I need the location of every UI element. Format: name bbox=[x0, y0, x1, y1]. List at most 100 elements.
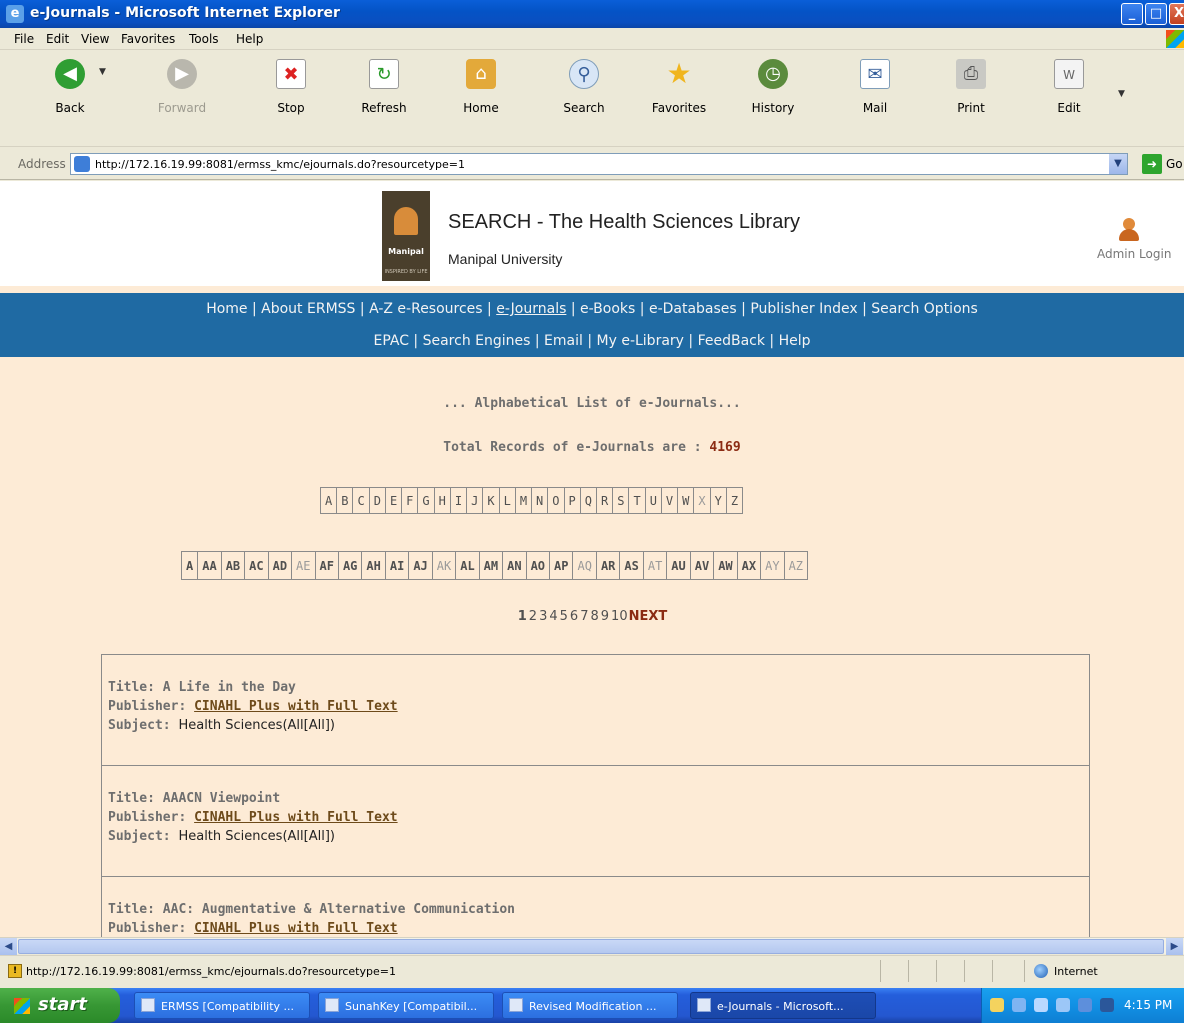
print-button[interactable]: ⎙ Print bbox=[936, 59, 1006, 139]
home-button[interactable]: ⌂ Home bbox=[446, 59, 516, 139]
publisher-link[interactable]: CINAHL Plus with Full Text bbox=[194, 921, 398, 936]
menu-edit[interactable]: Edit bbox=[46, 32, 69, 46]
letter-link-q[interactable]: Q bbox=[579, 487, 597, 514]
horizontal-scrollbar[interactable]: ◀ ▶ bbox=[0, 937, 1184, 955]
letter-link-v[interactable]: V bbox=[660, 487, 679, 514]
letter-link-r[interactable]: R bbox=[595, 487, 614, 514]
taskbar-item-ejournals[interactable]: e-Journals - Microsoft... bbox=[690, 992, 876, 1019]
letter-link-o[interactable]: O bbox=[547, 487, 565, 514]
page-link-6[interactable]: 6 bbox=[570, 609, 578, 624]
nav-link-home[interactable]: Home bbox=[206, 301, 247, 317]
page-link-4[interactable]: 4 bbox=[549, 609, 557, 624]
taskbar-item-sunahkey[interactable]: SunahKey [Compatibil... bbox=[318, 992, 494, 1019]
page-link-1[interactable]: 1 bbox=[518, 609, 527, 624]
go-button[interactable]: Go bbox=[1166, 157, 1183, 171]
maximize-button[interactable]: □ bbox=[1145, 3, 1167, 25]
letter-link-al[interactable]: AL bbox=[455, 551, 480, 580]
letter-link-av[interactable]: AV bbox=[689, 551, 715, 580]
page-link-8[interactable]: 8 bbox=[590, 609, 598, 624]
letter-link-k[interactable]: K bbox=[482, 487, 500, 514]
menu-file[interactable]: File bbox=[14, 32, 34, 46]
letter-link-a[interactable]: A bbox=[319, 487, 338, 514]
letter-link-ag[interactable]: AG bbox=[337, 551, 363, 580]
letter-link-ar[interactable]: AR bbox=[595, 551, 621, 580]
letter-link-e[interactable]: E bbox=[384, 487, 403, 514]
letter-link-h[interactable]: H bbox=[433, 487, 451, 514]
letter-link-w[interactable]: W bbox=[677, 487, 695, 514]
favorites-button[interactable]: ★ Favorites bbox=[644, 59, 714, 139]
nav-link-email[interactable]: Email bbox=[544, 333, 583, 349]
page-link-9[interactable]: 9 bbox=[601, 609, 609, 624]
letter-link-ah[interactable]: AH bbox=[361, 551, 386, 580]
page-link-5[interactable]: 5 bbox=[560, 609, 568, 624]
letter-link-ao[interactable]: AO bbox=[525, 551, 551, 580]
nav-link-epac[interactable]: EPAC bbox=[373, 333, 409, 349]
nav-link-a-z-e-resources[interactable]: A-Z e-Resources bbox=[369, 301, 483, 317]
letter-link-m[interactable]: M bbox=[514, 487, 533, 514]
page-link-2[interactable]: 2 bbox=[529, 609, 537, 624]
scrollbar-thumb[interactable] bbox=[18, 939, 1164, 954]
history-button[interactable]: ◷ History bbox=[738, 59, 808, 139]
search-button[interactable]: ⚲ Search bbox=[549, 59, 619, 139]
nav-link-search-options[interactable]: Search Options bbox=[871, 301, 978, 317]
back-button[interactable]: ◀ Back ▼ bbox=[35, 59, 106, 139]
nav-link-help[interactable]: Help bbox=[779, 333, 811, 349]
letter-link-y[interactable]: Y bbox=[709, 487, 727, 514]
nav-link-e-journals[interactable]: e-Journals bbox=[496, 301, 566, 317]
letter-link-as[interactable]: AS bbox=[619, 551, 644, 580]
letter-link-ap[interactable]: AP bbox=[549, 551, 574, 580]
app-tray-icon[interactable] bbox=[1078, 998, 1092, 1012]
letter-link-j[interactable]: J bbox=[466, 487, 484, 514]
letter-link-ac[interactable]: AC bbox=[244, 551, 269, 580]
letter-link-a[interactable]: A bbox=[180, 551, 199, 580]
letter-link-n[interactable]: N bbox=[531, 487, 549, 514]
letter-link-p[interactable]: P bbox=[563, 487, 581, 514]
volume-icon[interactable] bbox=[1034, 998, 1048, 1012]
letter-link-u[interactable]: U bbox=[644, 487, 662, 514]
letter-link-d[interactable]: D bbox=[368, 487, 386, 514]
letter-link-am[interactable]: AM bbox=[478, 551, 504, 580]
letter-link-ax[interactable]: AX bbox=[736, 551, 762, 580]
word-icon[interactable] bbox=[1100, 998, 1114, 1012]
printer-tray-icon[interactable] bbox=[1056, 998, 1070, 1012]
minimize-button[interactable]: _ bbox=[1121, 3, 1143, 25]
nav-link-my-e-library[interactable]: My e-Library bbox=[597, 333, 684, 349]
address-url[interactable]: http://172.16.19.99:8081/ermss_kmc/ejour… bbox=[95, 158, 465, 171]
page-link-10[interactable]: 10 bbox=[611, 609, 628, 624]
letter-link-i[interactable]: I bbox=[449, 487, 468, 514]
taskbar-item-ermss[interactable]: ERMSS [Compatibility ... bbox=[134, 992, 310, 1019]
nav-link-about-ermss[interactable]: About ERMSS bbox=[261, 301, 355, 317]
address-input[interactable]: http://172.16.19.99:8081/ermss_kmc/ejour… bbox=[70, 153, 1128, 175]
letter-link-ad[interactable]: AD bbox=[267, 551, 293, 580]
publisher-link[interactable]: CINAHL Plus with Full Text bbox=[194, 810, 398, 825]
letter-link-s[interactable]: S bbox=[612, 487, 630, 514]
taskbar-item-revised[interactable]: Revised Modification ... bbox=[502, 992, 678, 1019]
letter-link-f[interactable]: F bbox=[401, 487, 419, 514]
letter-link-b[interactable]: B bbox=[336, 487, 354, 514]
stop-button[interactable]: ✖ Stop bbox=[256, 59, 326, 139]
letter-link-aj[interactable]: AJ bbox=[408, 551, 433, 580]
admin-user-icon[interactable] bbox=[1117, 218, 1139, 241]
menu-view[interactable]: View bbox=[81, 32, 109, 46]
menu-help[interactable]: Help bbox=[236, 32, 263, 46]
letter-link-af[interactable]: AF bbox=[314, 551, 339, 580]
nav-link-e-databases[interactable]: e-Databases bbox=[649, 301, 737, 317]
letter-link-an[interactable]: AN bbox=[502, 551, 527, 580]
letter-link-ab[interactable]: AB bbox=[220, 551, 246, 580]
scroll-left-icon[interactable]: ◀ bbox=[0, 938, 17, 955]
network-icon[interactable] bbox=[1012, 998, 1026, 1012]
letter-link-g[interactable]: G bbox=[417, 487, 435, 514]
letter-link-aw[interactable]: AW bbox=[713, 551, 738, 580]
menu-tools[interactable]: Tools bbox=[189, 32, 219, 46]
edit-button[interactable]: W Edit ▼ bbox=[1034, 59, 1125, 139]
letter-link-t[interactable]: T bbox=[628, 487, 646, 514]
next-page-link[interactable]: NEXT bbox=[629, 609, 668, 624]
letter-link-au[interactable]: AU bbox=[666, 551, 691, 580]
refresh-button[interactable]: ↻ Refresh bbox=[349, 59, 419, 139]
close-button[interactable]: X bbox=[1169, 3, 1184, 25]
letter-link-l[interactable]: L bbox=[498, 487, 516, 514]
admin-login-link[interactable]: Admin Login bbox=[1097, 247, 1171, 261]
nav-link-feedback[interactable]: FeedBack bbox=[698, 333, 765, 349]
chevron-down-icon[interactable]: ▼ bbox=[99, 67, 106, 77]
letter-link-aa[interactable]: AA bbox=[197, 551, 222, 580]
